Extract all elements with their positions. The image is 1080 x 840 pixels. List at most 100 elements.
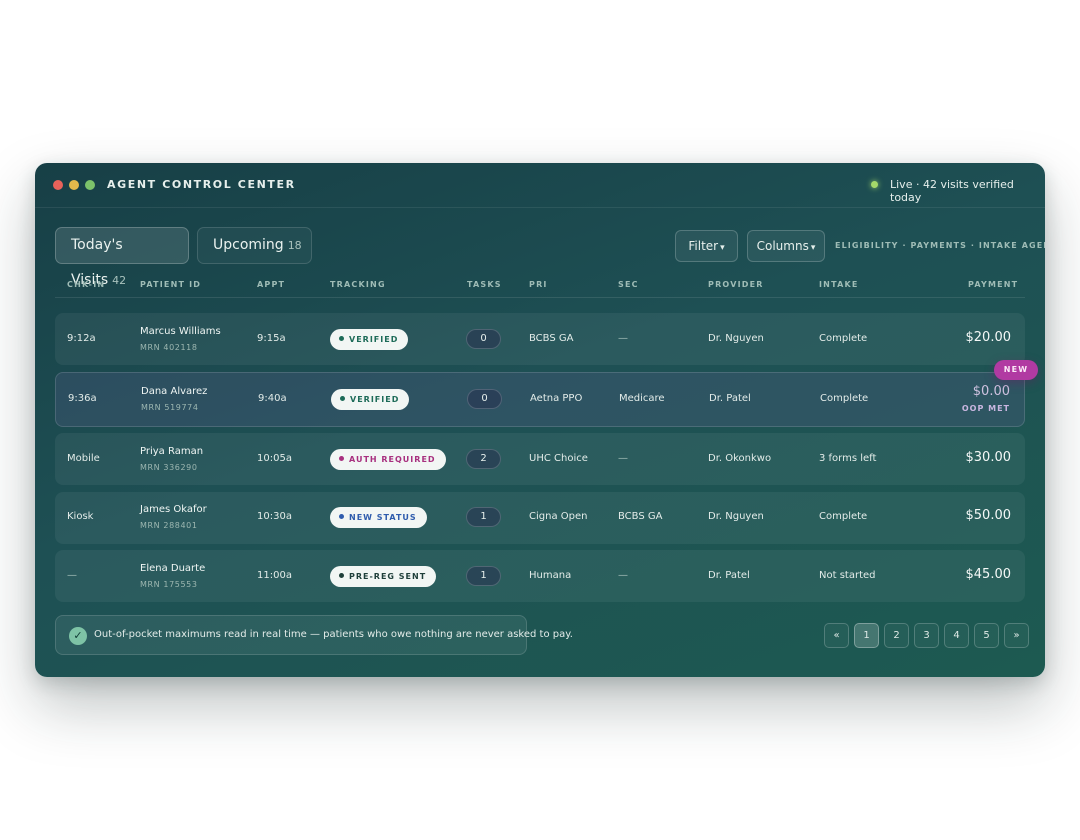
- tracking-status-label: VERIFIED: [350, 395, 400, 404]
- tracking-status-badge[interactable]: VERIFIED: [330, 329, 409, 350]
- intake-cell: Complete: [819, 333, 868, 344]
- chevron-down-icon: ▾: [720, 243, 725, 253]
- appt-cell: 11:00a: [257, 570, 292, 581]
- table-row[interactable]: 9:12a Marcus Williams MRN 402118 9:15a V…: [55, 313, 1025, 365]
- columns-label: Columns: [756, 239, 809, 253]
- appt-cell: 9:15a: [257, 333, 286, 344]
- checkin-cell: Mobile: [67, 453, 100, 464]
- column-header-intake[interactable]: INTAKE: [819, 280, 859, 289]
- tasks-count-badge[interactable]: 1: [466, 566, 501, 586]
- secondary-insurance-cell: BCBS GA: [618, 511, 663, 522]
- checkin-cell: 9:36a: [68, 393, 97, 404]
- secondary-insurance-cell: —: [618, 570, 628, 581]
- patient-mrn: MRN 519774: [141, 403, 199, 412]
- tracking-status-label: PRE-REG SENT: [349, 572, 427, 581]
- tracking-status-label: AUTH REQUIRED: [349, 455, 436, 464]
- payment-amount: $20.00: [965, 330, 1012, 345]
- live-status-text: Live · 42 visits verified today: [890, 178, 1014, 204]
- columns-button[interactable]: Columns ▾: [747, 230, 825, 262]
- appt-cell: 9:40a: [258, 393, 287, 404]
- column-header-tracking[interactable]: TRACKING: [330, 280, 386, 289]
- column-header-payment[interactable]: PAYMENT: [968, 280, 1018, 289]
- tracking-status-badge[interactable]: AUTH REQUIRED: [330, 449, 446, 470]
- payment-amount: $45.00: [965, 567, 1012, 582]
- payment-amount: $50.00: [965, 508, 1012, 523]
- tasks-count-badge[interactable]: 2: [466, 449, 501, 469]
- checkin-cell: Kiosk: [67, 511, 94, 522]
- pagination-prev-button[interactable]: «: [824, 623, 849, 648]
- payment-amount: $0.00: [972, 384, 1010, 399]
- appt-cell: 10:05a: [257, 453, 292, 464]
- agents-label: ELIGIBILITY · PAYMENTS · INTAKE AGENTS: [835, 241, 1045, 250]
- intake-cell: 3 forms left: [819, 453, 877, 464]
- minimize-window-dot[interactable]: [69, 180, 79, 190]
- checkin-cell: 9:12a: [67, 333, 96, 344]
- primary-insurance-cell: Humana: [529, 570, 572, 581]
- patient-mrn: MRN 175553: [140, 580, 198, 589]
- patient-mrn: MRN 336290: [140, 463, 198, 472]
- tab-todays-visits[interactable]: Today's Visits 42: [55, 227, 189, 288]
- tasks-count-badge[interactable]: 1: [466, 507, 501, 527]
- tab-upcoming[interactable]: Upcoming 18: [197, 227, 312, 264]
- tasks-count-badge[interactable]: 0: [467, 389, 502, 409]
- tracking-status-badge[interactable]: NEW STATUS: [330, 507, 427, 528]
- column-header-checkin[interactable]: CHK-IN: [67, 280, 105, 289]
- notice-text: Out-of-pocket maximums read in real time…: [94, 629, 573, 640]
- patient-name: Elena Duarte: [140, 563, 206, 574]
- oop-notice: ✓ Out-of-pocket maximums read in real ti…: [55, 615, 573, 655]
- secondary-insurance-cell: —: [618, 453, 628, 464]
- pagination-page-3[interactable]: 3: [914, 623, 939, 648]
- tracking-status-label: NEW STATUS: [349, 513, 417, 522]
- patient-name: Dana Alvarez: [141, 386, 208, 397]
- status-dot-icon: [339, 456, 344, 461]
- tasks-count-badge[interactable]: 0: [466, 329, 501, 349]
- table-row[interactable]: 9:36a Dana Alvarez MRN 519774 9:40a VERI…: [55, 372, 1025, 427]
- column-header-sec[interactable]: SEC: [618, 280, 639, 289]
- status-dot-icon: [339, 514, 344, 519]
- status-dot-icon: [340, 396, 345, 401]
- tracking-status-badge[interactable]: PRE-REG SENT: [330, 566, 437, 587]
- primary-insurance-cell: BCBS GA: [529, 333, 574, 344]
- table-row[interactable]: — Elena Duarte MRN 175553 11:00a PRE-REG…: [55, 550, 1025, 602]
- tracking-status-label: VERIFIED: [349, 335, 399, 344]
- column-header-appt[interactable]: APPT: [257, 280, 285, 289]
- primary-insurance-cell: Cigna Open: [529, 511, 588, 522]
- intake-cell: Complete: [819, 511, 868, 522]
- filter-label: Filter: [688, 239, 719, 253]
- pagination-page-5[interactable]: 5: [974, 623, 999, 648]
- header-divider: [55, 297, 1025, 298]
- filter-button[interactable]: Filter ▾: [675, 230, 738, 262]
- patient-name: James Okafor: [140, 504, 207, 515]
- intake-cell: Complete: [820, 393, 869, 404]
- app-window: AGENT CONTROL CENTER Live · 42 visits ve…: [35, 163, 1045, 677]
- tab-count: 42: [112, 274, 127, 287]
- patient-name: Priya Raman: [140, 446, 204, 457]
- close-window-dot[interactable]: [53, 180, 63, 190]
- payment-amount: $30.00: [965, 450, 1012, 465]
- primary-insurance-cell: UHC Choice: [529, 453, 588, 464]
- status-dot-icon: [339, 573, 344, 578]
- tracking-status-badge[interactable]: VERIFIED: [331, 389, 410, 410]
- pagination-next-button[interactable]: »: [1004, 623, 1029, 648]
- pagination-page-1[interactable]: 1: [854, 623, 879, 648]
- chevron-down-icon: ▾: [810, 243, 816, 253]
- maximize-window-dot[interactable]: [85, 180, 95, 190]
- live-status-icon: [871, 181, 878, 188]
- column-header-pri[interactable]: PRI: [529, 280, 548, 289]
- status-dot-icon: [339, 336, 344, 341]
- column-header-patient-id[interactable]: PATIENT ID: [140, 280, 201, 289]
- provider-cell: Dr. Okonkwo: [708, 453, 772, 464]
- column-header-provider[interactable]: PROVIDER: [708, 280, 764, 289]
- secondary-insurance-cell: —: [618, 333, 628, 344]
- secondary-insurance-cell: Medicare: [619, 393, 665, 404]
- provider-cell: Dr. Nguyen: [708, 333, 764, 344]
- patient-name: Marcus Williams: [140, 326, 221, 337]
- column-header-tasks[interactable]: TASKS: [467, 280, 502, 289]
- table-row[interactable]: Kiosk James Okafor MRN 288401 10:30a NEW…: [55, 492, 1025, 544]
- table-row[interactable]: Mobile Priya Raman MRN 336290 10:05a AUT…: [55, 433, 1025, 485]
- patient-mrn: MRN 402118: [140, 343, 198, 352]
- pagination-page-2[interactable]: 2: [884, 623, 909, 648]
- title-bar: AGENT CONTROL CENTER Live · 42 visits ve…: [35, 163, 1045, 208]
- pagination-page-4[interactable]: 4: [944, 623, 969, 648]
- tab-count: 18: [287, 239, 302, 252]
